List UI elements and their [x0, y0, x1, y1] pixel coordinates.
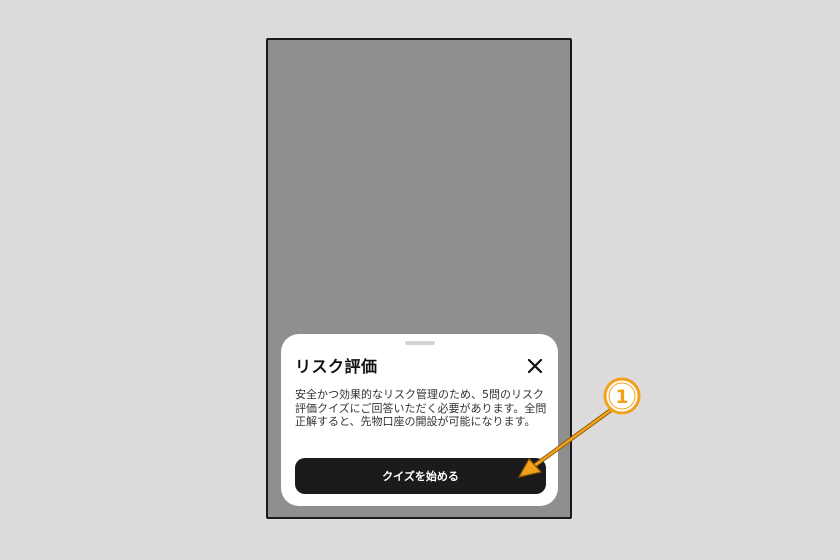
- sheet-drag-handle[interactable]: [405, 341, 435, 345]
- annotation-marker-label: 1: [615, 386, 628, 408]
- sheet-description: 安全かつ効果的なリスク管理のため、5問のリスク評価クイズにご回答いただく必要があ…: [295, 388, 547, 428]
- annotation-marker: 1: [603, 377, 641, 415]
- close-icon[interactable]: [525, 356, 545, 376]
- risk-assessment-bottom-sheet: リスク評価 安全かつ効果的なリスク管理のため、5問のリスク評価クイズにご回答いた…: [281, 334, 558, 506]
- start-quiz-button[interactable]: クイズを始める: [295, 458, 546, 494]
- sheet-title: リスク評価: [295, 357, 378, 376]
